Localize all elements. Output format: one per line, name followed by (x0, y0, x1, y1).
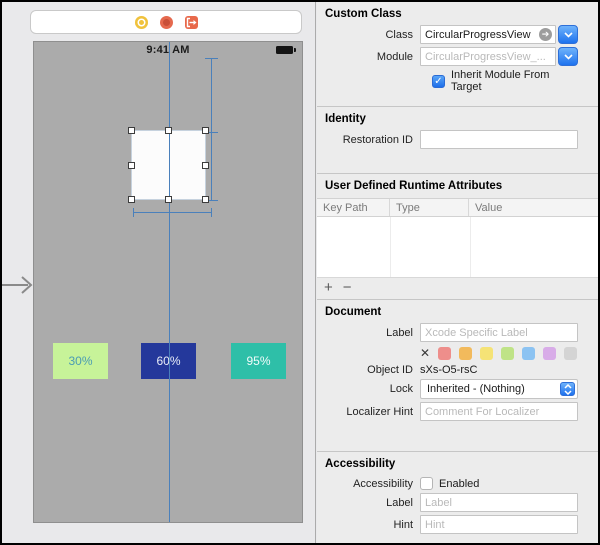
progress-box-95[interactable]: 95% (231, 343, 286, 379)
runtime-attributes-table-header: Key Path Type Value (317, 198, 598, 217)
color-swatch[interactable] (501, 346, 515, 360)
document-label-input[interactable] (420, 323, 578, 342)
restoration-id-label: Restoration ID (342, 133, 413, 146)
column-divider (470, 217, 471, 277)
width-constraint-line[interactable] (133, 212, 212, 213)
color-swatch[interactable] (522, 346, 536, 360)
section-document: Document Label ✕ Object ID sXs-O5-rsC Lo… (317, 300, 598, 452)
section-title: Custom Class (325, 8, 402, 20)
chevron-down-icon (563, 53, 573, 60)
accessibility-label: Accessibility (353, 477, 413, 490)
lock-stepper[interactable] (560, 382, 575, 396)
jump-to-class-icon[interactable]: ➔ (539, 28, 552, 41)
vertical-center-guide[interactable] (169, 42, 170, 522)
class-label: Class (385, 28, 413, 41)
view-controller-dock (30, 10, 302, 34)
first-responder-icon[interactable] (159, 15, 173, 29)
xcode-interface-builder: 9:41 AM 30% 60% 95% (0, 0, 600, 545)
storyboard-entry-arrow[interactable] (2, 273, 36, 297)
iphone-view[interactable]: 9:41 AM 30% 60% 95% (33, 41, 303, 523)
resize-handle-top-center[interactable] (165, 127, 172, 134)
section-title: User Defined Runtime Attributes (325, 180, 503, 192)
width-constraint-right-cap (211, 208, 212, 217)
runtime-attributes-table-body[interactable] (317, 217, 598, 278)
color-swatch[interactable] (438, 346, 452, 360)
document-color-swatches: ✕ (317, 346, 578, 360)
section-accessibility: Accessibility Accessibility Enabled Labe… (317, 452, 598, 543)
width-constraint-left-cap (133, 208, 134, 217)
color-swatch[interactable] (564, 346, 578, 360)
localizer-hint-label: Localizer Hint (346, 405, 413, 418)
column-divider (390, 217, 391, 277)
exit-icon[interactable] (184, 15, 198, 29)
accessibility-label-label: Label (386, 496, 413, 509)
column-value[interactable]: Value (469, 202, 598, 214)
progress-box-30[interactable]: 30% (53, 343, 108, 379)
class-input[interactable] (420, 25, 556, 44)
color-swatch[interactable] (459, 346, 473, 360)
column-key-path[interactable]: Key Path (317, 199, 390, 216)
section-title: Identity (325, 113, 366, 125)
document-label-label: Label (386, 326, 413, 339)
resize-handle-bottom-center[interactable] (165, 196, 172, 203)
resize-handle-mid-left[interactable] (128, 162, 135, 169)
section-custom-class: Custom Class Class ➔ Module (317, 2, 598, 107)
section-identity: Identity Restoration ID (317, 107, 598, 174)
object-id-label: Object ID (367, 364, 413, 376)
inherit-module-checkbox[interactable]: ✓ (432, 74, 445, 88)
lock-label: Lock (389, 383, 413, 395)
localizer-hint-input[interactable] (420, 402, 578, 421)
class-dropdown-button[interactable] (558, 25, 578, 44)
chevron-down-icon (563, 31, 573, 38)
chevron-up-down-icon (563, 383, 572, 395)
resize-handle-top-right[interactable] (202, 127, 209, 134)
identity-inspector: Custom Class Class ➔ Module (317, 2, 598, 543)
inherit-module-label: Inherit Module From Target (451, 69, 550, 93)
status-bar-time: 9:41 AM (146, 44, 190, 56)
height-constraint-top-cap (205, 58, 218, 59)
resize-handle-bottom-left[interactable] (128, 196, 135, 203)
object-id-value: sXs-O5-rsC (420, 364, 478, 376)
module-dropdown-button[interactable] (558, 47, 578, 66)
module-label: Module (376, 50, 413, 63)
restoration-id-input[interactable] (420, 130, 578, 149)
exit-arrow-glyph (186, 17, 196, 27)
accessibility-hint-label: Hint (393, 518, 413, 531)
section-title: Accessibility (325, 458, 396, 470)
resize-handle-bottom-right[interactable] (202, 196, 209, 203)
resize-handle-top-left[interactable] (128, 127, 135, 134)
clear-color-button[interactable]: ✕ (420, 346, 430, 360)
enabled-label: Enabled (439, 477, 480, 490)
accessibility-label-input[interactable] (420, 493, 578, 512)
section-title: Document (325, 306, 382, 318)
swatch-list (438, 346, 578, 360)
lock-dropdown[interactable]: Inherited - (Nothing) (420, 379, 578, 399)
accessibility-hint-input[interactable] (420, 515, 578, 534)
remove-attribute-button[interactable]: − (343, 280, 352, 295)
section-runtime-attributes: User Defined Runtime Attributes Key Path… (317, 174, 598, 300)
storyboard-canvas[interactable]: 9:41 AM 30% 60% 95% (2, 2, 316, 543)
color-swatch[interactable] (543, 346, 557, 360)
add-attribute-button[interactable]: + (324, 280, 333, 295)
color-swatch[interactable] (480, 346, 494, 360)
battery-icon (276, 46, 296, 54)
column-type[interactable]: Type (390, 199, 469, 216)
resize-handle-mid-right[interactable] (202, 162, 209, 169)
view-controller-icon[interactable] (134, 15, 148, 29)
module-input[interactable] (420, 47, 556, 66)
height-constraint-line[interactable] (211, 58, 212, 201)
lock-value: Inherited - (Nothing) (427, 383, 525, 395)
accessibility-enabled-checkbox[interactable] (420, 477, 433, 490)
